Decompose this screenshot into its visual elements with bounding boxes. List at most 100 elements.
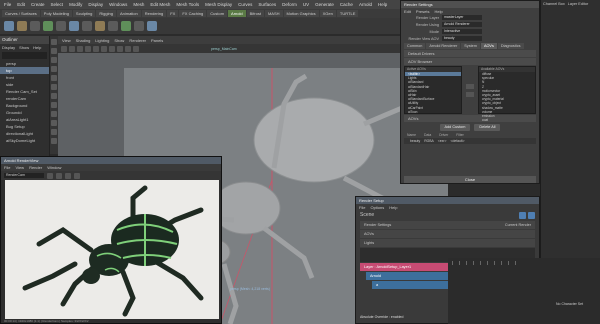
outliner-menu-item[interactable]: Show xyxy=(19,45,29,50)
menu-item[interactable]: Surfaces xyxy=(258,2,276,7)
shelf-tab[interactable]: Sculpting xyxy=(72,10,96,17)
render-using-dropdown[interactable]: Arnold Renderer xyxy=(442,22,482,27)
shelf-tab[interactable]: FX Caching xyxy=(179,10,207,17)
viewport-menu-item[interactable]: Renderer xyxy=(129,38,146,43)
shelf-icon[interactable] xyxy=(69,21,79,31)
outliner-menu-item[interactable]: Help xyxy=(33,45,41,50)
aovs-row[interactable]: AOVs xyxy=(360,230,535,238)
shelf-tab[interactable]: Arnold xyxy=(228,10,246,17)
shelf-icon[interactable] xyxy=(56,21,66,31)
render-icon[interactable] xyxy=(47,172,53,179)
menu-item[interactable]: Generate xyxy=(315,2,334,7)
render-settings-menu-item[interactable]: Presets xyxy=(416,9,430,14)
layout-icon[interactable] xyxy=(51,129,57,135)
render-view-aov-dropdown[interactable]: beauty xyxy=(442,36,482,41)
crop-icon[interactable] xyxy=(65,172,71,179)
grid-icon[interactable] xyxy=(69,45,75,52)
outliner-item[interactable]: front xyxy=(0,74,49,81)
render-setup-menu-item[interactable]: File xyxy=(359,205,365,210)
menu-item[interactable]: Display xyxy=(88,2,103,7)
render-settings-row[interactable]: Render Settings Current Render xyxy=(360,221,535,229)
move-right-icon[interactable] xyxy=(466,83,474,89)
menu-item[interactable]: Mesh Tools xyxy=(176,2,199,7)
shelf-tab[interactable]: Bifrost xyxy=(246,10,264,17)
shelf-icon[interactable] xyxy=(17,21,27,31)
wireframe-icon[interactable] xyxy=(77,45,83,52)
outliner-item[interactable]: Groundd xyxy=(0,109,49,116)
shelf-tab[interactable]: Rigging xyxy=(96,10,116,17)
shelf-icon[interactable] xyxy=(147,21,157,31)
outliner-item[interactable]: aiAreaLight1 xyxy=(0,116,49,123)
lasso-tool-icon[interactable] xyxy=(51,48,57,54)
render-setup-menu-item[interactable]: Help xyxy=(389,205,397,210)
menu-item[interactable]: UV xyxy=(303,2,309,7)
xray-icon[interactable] xyxy=(117,45,123,52)
menu-item[interactable]: Arnold xyxy=(359,2,372,7)
create-layer-icon[interactable] xyxy=(519,211,526,219)
outliner-item[interactable]: persp xyxy=(0,60,49,67)
aov-table-row[interactable]: beauty RGBA <exr> <default> xyxy=(404,138,536,144)
render-settings-menu-item[interactable]: Help xyxy=(434,9,442,14)
menu-item[interactable]: Curves xyxy=(238,2,252,7)
delete-all-button[interactable]: Delete All xyxy=(474,124,501,131)
menu-item[interactable]: Mesh xyxy=(133,2,144,7)
shelf-icon[interactable] xyxy=(43,21,53,31)
shelf-icon[interactable] xyxy=(82,21,92,31)
close-button[interactable]: Close xyxy=(404,176,536,183)
shelf-icon[interactable] xyxy=(134,21,144,31)
outliner-item[interactable]: side xyxy=(0,81,49,88)
aov-available-item[interactable]: coat xyxy=(479,118,535,122)
move-tool-icon[interactable] xyxy=(51,66,57,72)
shelf-icon[interactable] xyxy=(121,21,131,31)
add-custom-button[interactable]: Add Custom xyxy=(439,124,471,131)
menu-item[interactable]: Deform xyxy=(282,2,297,7)
outliner-item[interactable]: Bug Setup xyxy=(0,123,49,130)
menu-item[interactable]: Modify xyxy=(69,2,82,7)
outliner-item[interactable]: Background xyxy=(0,102,49,109)
default-drivers-section[interactable]: Default Drivers xyxy=(404,50,536,57)
shelf-tab[interactable]: FX xyxy=(167,10,179,17)
shelf-tab[interactable]: XGen xyxy=(319,10,336,17)
isolate-icon[interactable] xyxy=(125,45,131,52)
shelf-tab[interactable]: Animation xyxy=(116,10,141,17)
render-settings-tab[interactable]: Common xyxy=(404,42,426,49)
render-settings-menu-item[interactable]: Edit xyxy=(404,9,411,14)
render-settings-tab[interactable]: System xyxy=(461,42,480,49)
layout-icon[interactable] xyxy=(51,111,57,117)
select-tool-icon[interactable] xyxy=(51,39,57,45)
scale-tool-icon[interactable] xyxy=(51,84,57,90)
render-setup-menu-item[interactable]: Options xyxy=(370,205,384,210)
channel-box-tab[interactable]: Channel Box xyxy=(543,2,565,6)
layout-icon[interactable] xyxy=(51,120,57,126)
render-view-menu-item[interactable]: Render xyxy=(29,165,42,170)
character-set-dropdown[interactable]: No Character Set xyxy=(556,302,583,306)
shelf-icon[interactable] xyxy=(95,21,105,31)
render-layer-dropdown[interactable]: masterLayer xyxy=(442,15,482,20)
menu-item[interactable]: Windows xyxy=(109,2,127,7)
render-settings-tab[interactable]: Arnold Renderer xyxy=(426,42,461,49)
stop-icon[interactable] xyxy=(56,172,62,179)
menu-item[interactable]: Select xyxy=(51,2,64,7)
visibility-icon[interactable] xyxy=(528,211,535,219)
lights-row[interactable]: Lights xyxy=(360,239,535,247)
layout-icon[interactable] xyxy=(51,102,57,108)
viewport-menu-item[interactable]: View xyxy=(62,38,71,43)
mode-dropdown[interactable]: Interactive xyxy=(442,29,482,34)
menu-item[interactable]: File xyxy=(4,2,11,7)
outliner-item[interactable]: Render Cam_Set xyxy=(0,88,49,95)
viewport-menu-item[interactable]: Shading xyxy=(76,38,91,43)
layout-icon[interactable] xyxy=(51,138,57,144)
render-settings-tab[interactable]: Diagnostics xyxy=(497,42,524,49)
shelf-tab[interactable]: Motion Graphics xyxy=(283,10,319,17)
smooth-shade-icon[interactable] xyxy=(85,45,91,52)
move-left-icon[interactable] xyxy=(466,91,474,97)
render-settings-tab[interactable]: AOVs xyxy=(480,42,497,49)
shelf-tab[interactable]: Custom xyxy=(207,10,228,17)
light-icon[interactable] xyxy=(101,45,107,52)
menu-item[interactable]: Edit Mesh xyxy=(150,2,170,7)
shelf-tab[interactable]: Curves / Surfaces xyxy=(2,10,40,17)
outliner-item[interactable]: aiSkyDomeLight xyxy=(0,137,49,144)
render-view-menu-item[interactable]: View xyxy=(15,165,24,170)
texture-icon[interactable] xyxy=(93,45,99,52)
shelf-icon[interactable] xyxy=(108,21,118,31)
